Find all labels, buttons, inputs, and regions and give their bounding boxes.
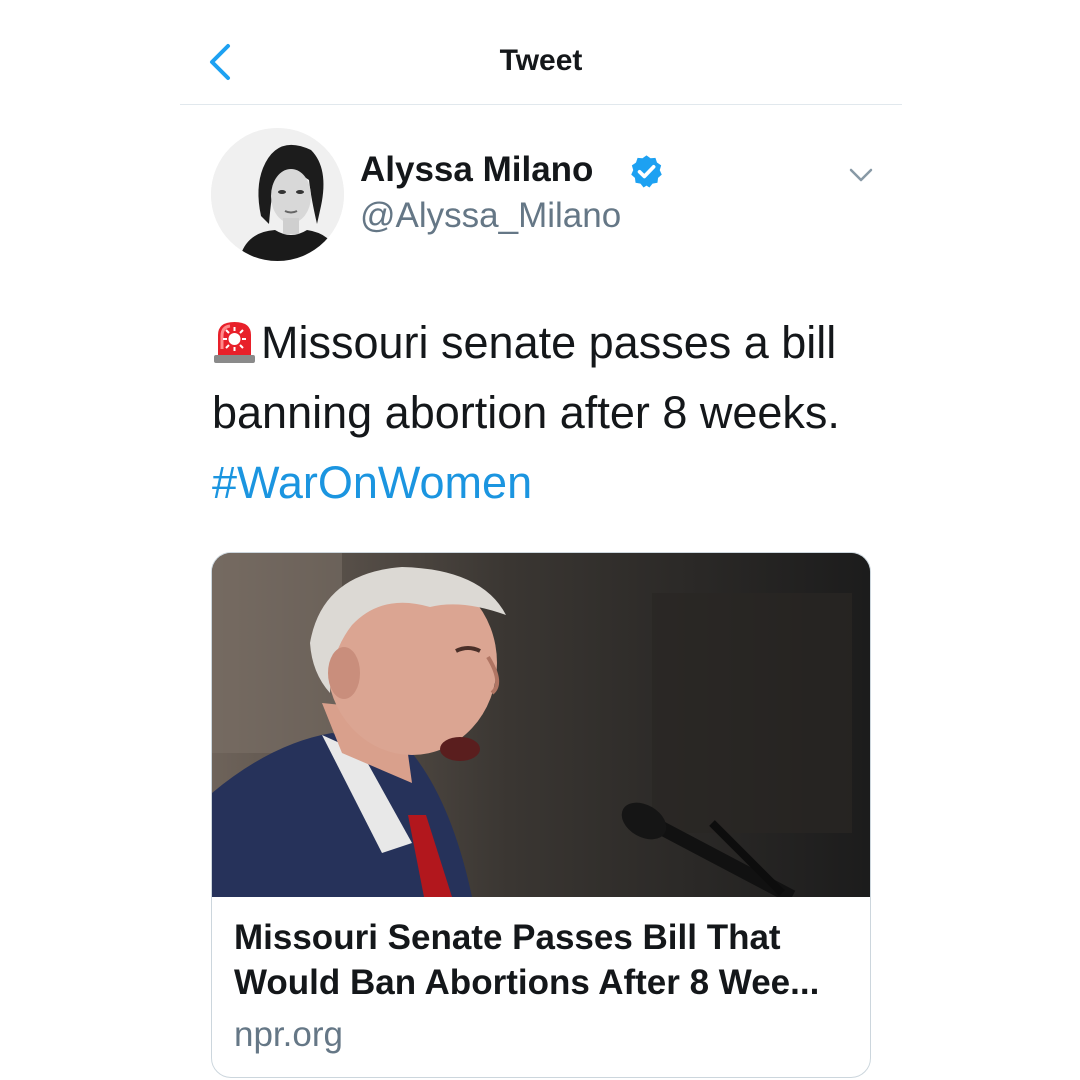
avatar-photo <box>211 128 344 261</box>
tweet-detail-screen: Tweet Alyssa Milano @Alyssa_Milano Misso… <box>0 0 1080 1080</box>
top-nav-bar: Tweet <box>180 0 902 105</box>
page-title: Tweet <box>499 44 583 77</box>
hashtag-link[interactable]: #WarOnWomen <box>212 457 532 508</box>
card-image <box>212 553 870 904</box>
author-handle[interactable]: @Alyssa_Milano <box>360 196 621 236</box>
siren-emoji-icon <box>214 322 255 363</box>
tweet-text: Missouri senate passes a bill banning ab… <box>212 317 840 438</box>
card-domain: npr.org <box>234 1015 343 1054</box>
tweet-body: Missouri senate passes a bill banning ab… <box>212 308 872 518</box>
card-title: Missouri Senate Passes Bill That Would B… <box>234 918 820 1002</box>
link-preview-card[interactable]: Missouri Senate Passes Bill That Would B… <box>211 552 871 1078</box>
tweet-menu-button[interactable] <box>846 162 876 188</box>
verified-badge-icon <box>631 155 662 188</box>
avatar[interactable] <box>211 128 344 261</box>
chevron-down-icon <box>849 168 873 182</box>
author-display-name[interactable]: Alyssa Milano <box>360 150 593 190</box>
card-photo <box>212 553 870 904</box>
